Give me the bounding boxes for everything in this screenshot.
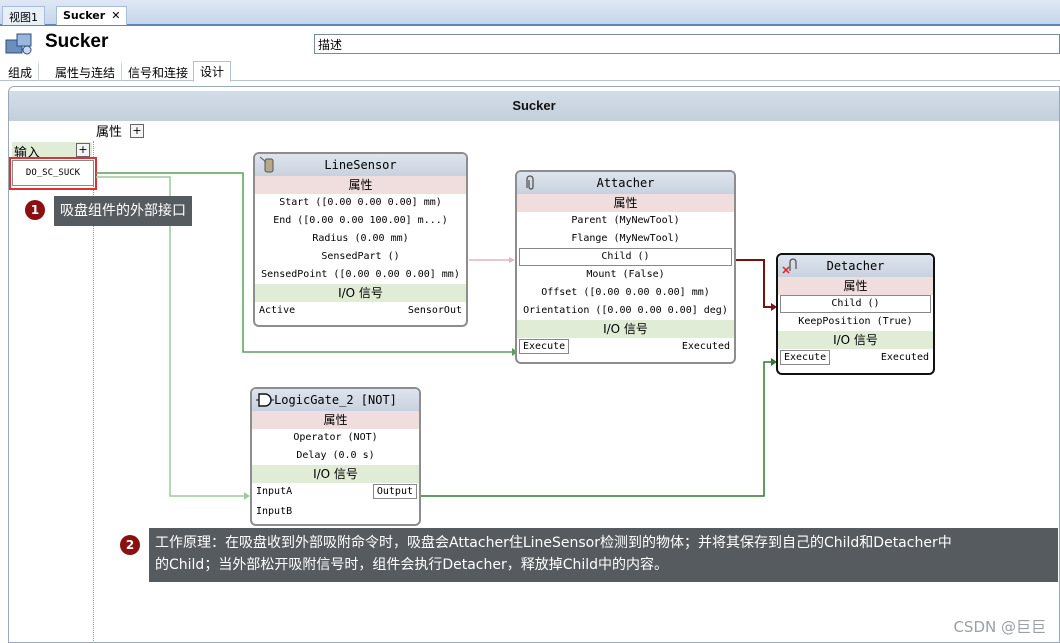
io-row: Active SensorOut xyxy=(255,302,466,322)
signal-inputb[interactable]: InputB xyxy=(256,506,292,517)
callout-badge-2: 2 xyxy=(120,535,140,555)
block-title-text: Attacher xyxy=(596,176,655,190)
tab-design[interactable]: 设计 xyxy=(193,61,232,82)
signal-execute[interactable]: Execute xyxy=(780,350,831,365)
prop-sensedpart[interactable]: SensedPart () xyxy=(255,248,466,266)
close-icon[interactable]: ✕ xyxy=(111,9,120,22)
block-detacher[interactable]: Detacher 属性 Child () KeepPosition (True)… xyxy=(776,253,935,375)
block-title: Attacher xyxy=(517,172,734,194)
signal-sensorout[interactable]: SensorOut xyxy=(408,305,462,316)
prop-sensedpoint[interactable]: SensedPoint ([0.00 0.00 0.00] mm) xyxy=(255,266,466,284)
component-icon xyxy=(5,33,32,55)
canvas-title: Sucker xyxy=(9,91,1059,121)
block-title-text: LogicGate_2 [NOT] xyxy=(274,393,397,407)
watermark: CSDN @巨巨 xyxy=(953,618,1046,636)
callout-text-line2: 的Child；当外部松开吸附信号时，组件会执行Detacher，释放掉Child… xyxy=(155,557,669,573)
paperclip-icon xyxy=(526,175,534,190)
sensor-icon xyxy=(259,156,274,173)
tab-composition[interactable]: 组成 xyxy=(2,63,40,81)
io-header: I/O 信号 xyxy=(778,331,933,349)
add-input-button[interactable]: + xyxy=(76,143,90,157)
doc-tab-view1[interactable]: 视图1 xyxy=(2,6,45,25)
io-header: I/O 信号 xyxy=(255,284,466,302)
prop-keepposition[interactable]: KeepPosition (True) xyxy=(778,313,933,331)
prop-offset[interactable]: Offset ([0.00 0.00 0.00] mm) xyxy=(517,284,734,302)
logic-gate-icon xyxy=(256,393,274,407)
block-title-text: Detacher xyxy=(826,259,885,273)
prop-start[interactable]: Start ([0.00 0.00 0.00] mm) xyxy=(255,194,466,212)
signal-executed[interactable]: Executed xyxy=(881,352,929,363)
block-title: LineSensor xyxy=(255,154,466,176)
doc-tab-label: 视图1 xyxy=(9,11,38,24)
detach-icon xyxy=(782,258,797,274)
prop-delay[interactable]: Delay (0.0 s) xyxy=(252,447,419,465)
props-header: 属性 xyxy=(252,411,419,429)
prop-child[interactable]: Child () xyxy=(780,295,931,313)
signal-execute[interactable]: Execute xyxy=(519,339,570,354)
callout-text: 吸盘组件的外部接口 xyxy=(60,203,186,219)
callout-2: 工作原理：在吸盘收到外部吸附命令时，吸盘会Attacher住LineSensor… xyxy=(149,528,1058,582)
signal-active[interactable]: Active xyxy=(259,305,295,316)
component-header: Sucker 描述 xyxy=(0,26,1060,62)
tab-properties-bindings[interactable]: 属性与连结 xyxy=(49,63,123,81)
block-title: Detacher xyxy=(778,255,933,277)
highlight-box xyxy=(9,157,97,190)
signal-output[interactable]: Output xyxy=(372,484,417,499)
io-row: InputA Output xyxy=(252,483,419,503)
tab-signals-connections[interactable]: 信号和连接 xyxy=(122,63,196,81)
doc-tab-sucker[interactable]: Sucker ✕ xyxy=(56,6,128,25)
doc-tab-label: Sucker xyxy=(63,9,106,22)
add-property-button[interactable]: + xyxy=(130,124,144,138)
callout-1: 吸盘组件的外部接口 xyxy=(54,196,192,226)
io-row: Execute Executed xyxy=(517,338,734,358)
prop-flange[interactable]: Flange (MyNewTool) xyxy=(517,230,734,248)
props-header: 属性 xyxy=(255,176,466,194)
document-tab-strip: 视图1 Sucker ✕ xyxy=(0,0,1060,26)
block-attacher[interactable]: Attacher 属性 Parent (MyNewTool) Flange (M… xyxy=(515,170,736,364)
component-title: Sucker xyxy=(45,31,109,52)
callout-text-line1: 工作原理：在吸盘收到外部吸附命令时，吸盘会Attacher住LineSensor… xyxy=(155,535,952,551)
block-title-text: LineSensor xyxy=(324,158,397,172)
prop-child[interactable]: Child () xyxy=(519,248,732,266)
prop-radius[interactable]: Radius (0.00 mm) xyxy=(255,230,466,248)
prop-operator[interactable]: Operator (NOT) xyxy=(252,429,419,447)
block-linesensor[interactable]: LineSensor 属性 Start ([0.00 0.00 0.00] mm… xyxy=(253,152,468,327)
properties-label: 属性 xyxy=(96,125,123,140)
prop-end[interactable]: End ([0.00 0.00 100.00] m...) xyxy=(255,212,466,230)
prop-parent[interactable]: Parent (MyNewTool) xyxy=(517,212,734,230)
signal-executed[interactable]: Executed xyxy=(682,341,730,352)
io-header: I/O 信号 xyxy=(517,320,734,338)
signal-inputa[interactable]: InputA xyxy=(256,486,292,497)
sub-tab-bar: 组成 属性与连结 信号和连接 设计 xyxy=(0,61,1060,82)
props-header: 属性 xyxy=(778,277,933,295)
io-header: I/O 信号 xyxy=(252,465,419,483)
block-title: LogicGate_2 [NOT] xyxy=(252,389,419,411)
prop-orientation[interactable]: Orientation ([0.00 0.00 0.00] deg) xyxy=(517,302,734,320)
prop-mount[interactable]: Mount (False) xyxy=(517,266,734,284)
description-field[interactable]: 描述 xyxy=(314,34,1060,54)
io-row: Execute Executed xyxy=(778,349,933,369)
io-row: InputB xyxy=(252,503,419,523)
props-header: 属性 xyxy=(517,194,734,212)
callout-badge-1: 1 xyxy=(25,200,45,220)
block-logicgate[interactable]: LogicGate_2 [NOT] 属性 Operator (NOT) Dela… xyxy=(250,387,421,526)
